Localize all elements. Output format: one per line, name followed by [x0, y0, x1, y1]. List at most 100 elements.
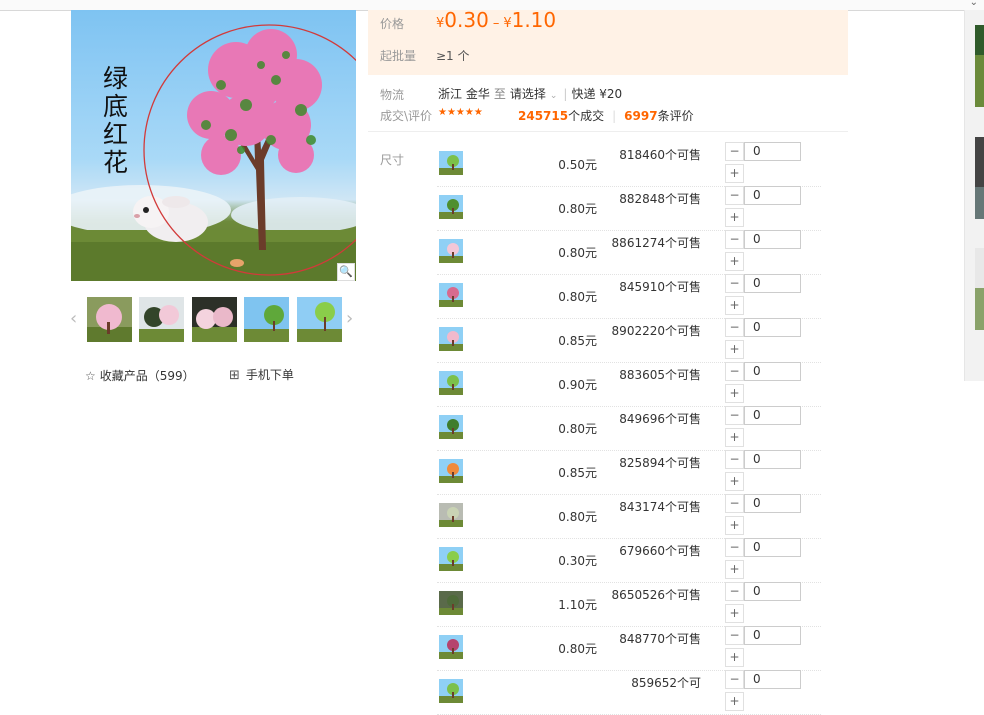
thumbnail-3[interactable]: [192, 297, 237, 342]
decrease-quantity-button[interactable]: −: [725, 274, 744, 293]
increase-quantity-button[interactable]: +: [725, 340, 744, 359]
decrease-quantity-button[interactable]: −: [725, 494, 744, 513]
variant-stock: 845910个可售: [619, 280, 701, 294]
ship-origin: 浙江 金华: [438, 87, 490, 101]
variant-price: 1.10元: [558, 598, 597, 612]
increase-quantity-button[interactable]: +: [725, 164, 744, 183]
recommend-thumb[interactable]: [975, 25, 984, 107]
chevron-right-icon[interactable]: ›: [346, 308, 353, 329]
quantity-input[interactable]: 0: [744, 230, 801, 249]
decrease-quantity-button[interactable]: −: [725, 670, 744, 689]
thumbnail-4[interactable]: [244, 297, 289, 342]
destination-select[interactable]: 请选择: [510, 87, 546, 101]
chevron-left-icon[interactable]: ‹: [70, 308, 77, 329]
quantity-input[interactable]: 0: [744, 274, 801, 293]
decrease-quantity-button[interactable]: −: [725, 186, 744, 205]
price-range: ¥0.30– ¥1.10: [436, 8, 556, 32]
variant-thumbnail[interactable]: [439, 503, 463, 527]
variant-thumbnail[interactable]: [439, 547, 463, 571]
variant-row: 0.80元 845910个可售 −0 +: [437, 274, 821, 319]
chevron-down-icon[interactable]: ⌄: [550, 91, 558, 101]
increase-quantity-button[interactable]: +: [725, 692, 744, 711]
variant-thumbnail[interactable]: [439, 459, 463, 483]
variant-thumbnail[interactable]: [439, 591, 463, 615]
quantity-input[interactable]: 0: [744, 186, 801, 205]
quantity-input[interactable]: 0: [744, 626, 801, 645]
variant-row: 0.85元 825894个可售 −0 +: [437, 450, 821, 495]
price-min: 0.30: [444, 8, 489, 32]
increase-quantity-button[interactable]: +: [725, 428, 744, 447]
variant-thumbnail[interactable]: [439, 151, 463, 175]
logistics-label: 物流: [380, 88, 405, 102]
variant-price: 0.80元: [558, 290, 597, 304]
caption-char: 花: [103, 148, 129, 177]
decrease-quantity-button[interactable]: −: [725, 406, 744, 425]
decrease-quantity-button[interactable]: −: [725, 538, 744, 557]
section-divider: [368, 131, 848, 132]
chevron-down-icon[interactable]: ⌄: [970, 0, 978, 8]
decrease-quantity-button[interactable]: −: [725, 142, 744, 161]
variant-thumbnail[interactable]: [439, 327, 463, 351]
quantity-input[interactable]: 0: [744, 406, 801, 425]
variant-price: 0.85元: [558, 466, 597, 480]
variant-price: 0.85元: [558, 334, 597, 348]
variant-price: 0.90元: [558, 378, 597, 392]
quantity-input[interactable]: 0: [744, 450, 801, 469]
favorite-product-link[interactable]: ☆ 收藏产品（599）: [85, 367, 195, 384]
increase-quantity-button[interactable]: +: [725, 472, 744, 491]
reviews-count[interactable]: 6997: [624, 109, 657, 123]
quantity-input[interactable]: 0: [744, 142, 801, 161]
divider: |: [563, 87, 568, 101]
quantity-input[interactable]: 0: [744, 318, 801, 337]
deal-stats: 245715个成交 | 6997条评价: [518, 107, 694, 124]
variant-row: 859652个可 −0 +: [437, 670, 821, 715]
quantity-input[interactable]: 0: [744, 494, 801, 513]
variant-thumbnail[interactable]: [439, 283, 463, 307]
main-product-image[interactable]: 绿 底 红 花: [71, 10, 356, 281]
decrease-quantity-button[interactable]: −: [725, 582, 744, 601]
thumbnail-1[interactable]: [87, 297, 132, 342]
thumbnail-2[interactable]: [139, 297, 184, 342]
reviews-suffix: 条评价: [657, 109, 694, 123]
caption-char: 底: [103, 92, 129, 121]
variant-thumbnail[interactable]: [439, 635, 463, 659]
moq-label: 起批量: [380, 49, 417, 63]
increase-quantity-button[interactable]: +: [725, 208, 744, 227]
increase-quantity-button[interactable]: +: [725, 384, 744, 403]
zoom-icon[interactable]: 🔍: [337, 263, 355, 281]
variant-thumbnail[interactable]: [439, 679, 463, 703]
increase-quantity-button[interactable]: +: [725, 516, 744, 535]
quantity-input[interactable]: 0: [744, 538, 801, 557]
currency-symbol: ¥: [503, 16, 512, 31]
increase-quantity-button[interactable]: +: [725, 296, 744, 315]
quantity-input[interactable]: 0: [744, 670, 801, 689]
mobile-order-link[interactable]: ⊞ 手机下单: [229, 366, 294, 383]
decrease-quantity-button[interactable]: −: [725, 362, 744, 381]
recommend-thumb[interactable]: [975, 137, 984, 219]
thumbnail-5[interactable]: [297, 297, 342, 342]
decrease-quantity-button[interactable]: −: [725, 230, 744, 249]
variant-stock: 883605个可售: [619, 368, 701, 382]
decrease-quantity-button[interactable]: −: [725, 318, 744, 337]
price-max: 1.10: [511, 8, 557, 32]
ship-to: 至: [493, 87, 506, 101]
quantity-input[interactable]: 0: [744, 582, 801, 601]
decrease-quantity-button[interactable]: −: [725, 626, 744, 645]
variant-row: 0.80元 882848个可售 −0 +: [437, 186, 821, 231]
deals-count[interactable]: 245715: [518, 109, 568, 123]
increase-quantity-button[interactable]: +: [725, 560, 744, 579]
variant-thumbnail[interactable]: [439, 239, 463, 263]
variant-thumbnail[interactable]: [439, 415, 463, 439]
variant-price: 0.50元: [558, 158, 597, 172]
qr-code-icon: ⊞: [229, 368, 240, 383]
variant-thumbnail[interactable]: [439, 195, 463, 219]
variant-stock: 825894个可售: [619, 456, 701, 470]
variant-thumbnail[interactable]: [439, 371, 463, 395]
increase-quantity-button[interactable]: +: [725, 604, 744, 623]
quantity-input[interactable]: 0: [744, 362, 801, 381]
increase-quantity-button[interactable]: +: [725, 648, 744, 667]
price-label: 价格: [380, 17, 405, 31]
increase-quantity-button[interactable]: +: [725, 252, 744, 271]
recommend-thumb[interactable]: [975, 248, 984, 330]
decrease-quantity-button[interactable]: −: [725, 450, 744, 469]
